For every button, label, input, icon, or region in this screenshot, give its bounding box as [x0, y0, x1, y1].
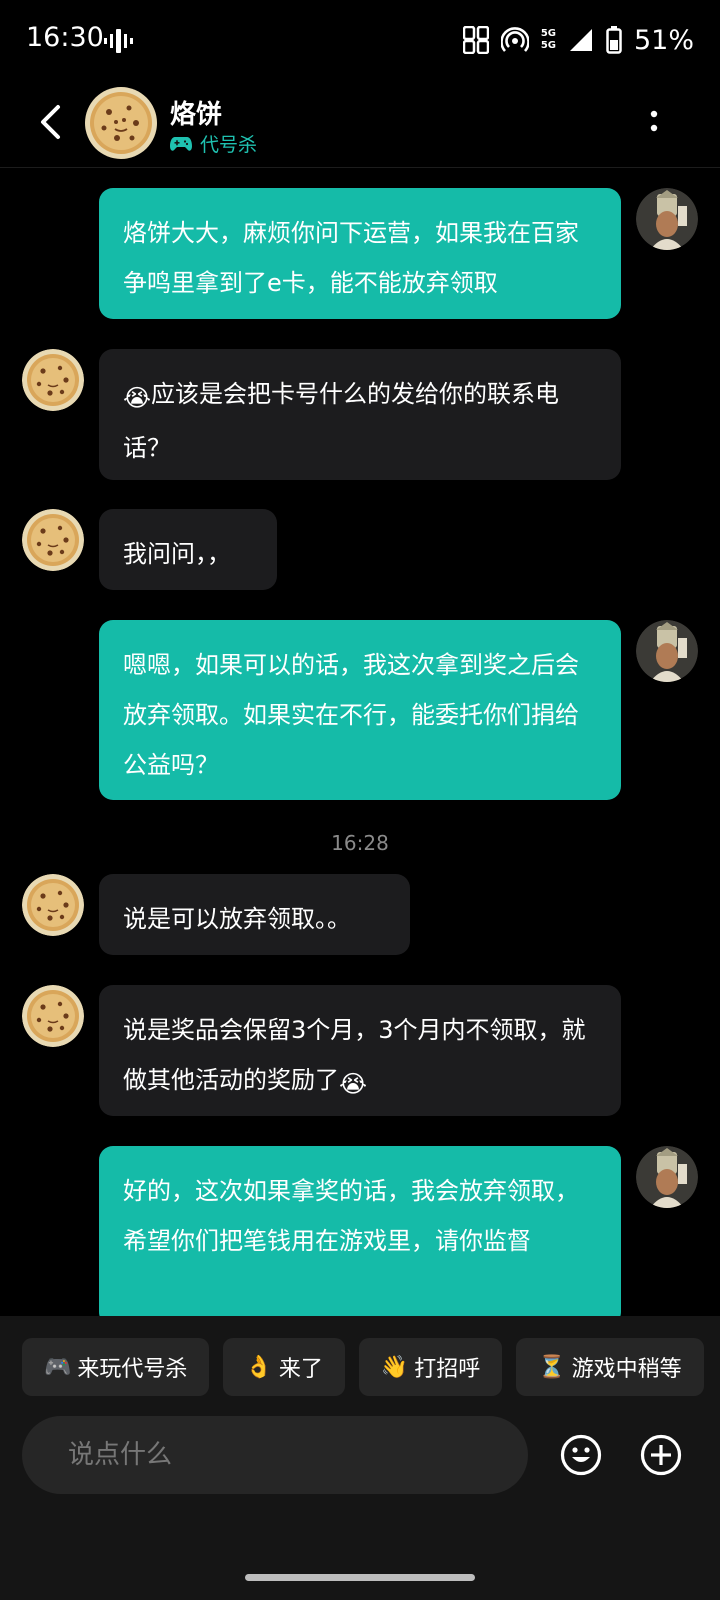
- signal-icon: [569, 29, 592, 51]
- crying-emoji-icon: 😭: [123, 384, 152, 412]
- vibrate-icon: [104, 29, 133, 53]
- message-bubble-incoming[interactable]: 😭应该是会把卡号什么的发给你的联系电话？: [99, 349, 621, 480]
- network-type: 5G 5G: [541, 28, 556, 52]
- message-bubble-incoming[interactable]: 我问问，，: [99, 509, 277, 590]
- hourglass-icon: ⏳: [538, 1354, 566, 1380]
- crying-emoji-icon: 😭: [339, 1070, 368, 1098]
- chat-timestamp: 16:28: [331, 831, 389, 855]
- chevron-left-icon: [41, 105, 60, 139]
- quick-reply-label: 来了: [278, 1357, 323, 1382]
- contact-avatar[interactable]: [22, 985, 84, 1047]
- quick-reply-play-game[interactable]: 🎮 来玩代号杀: [22, 1338, 210, 1396]
- ok-hand-icon: 👌: [245, 1354, 273, 1380]
- gamepad-icon: 🎮: [44, 1354, 72, 1380]
- emoji-button[interactable]: [560, 1434, 602, 1476]
- quick-reply-label: 游戏中稍等: [571, 1357, 682, 1382]
- contact-avatar[interactable]: [22, 509, 84, 571]
- quick-reply-wait[interactable]: ⏳ 游戏中稍等: [516, 1338, 704, 1396]
- message-bubble-incoming[interactable]: 说是可以放弃领取。。: [99, 874, 410, 955]
- contact-name: 烙饼: [170, 100, 223, 130]
- contact-avatar[interactable]: [22, 349, 84, 411]
- contact-avatar[interactable]: [84, 86, 158, 160]
- message-bubble-incoming[interactable]: 说是奖品会保留3个月，3个月内不领取，就做其他活动的奖励了😭: [99, 985, 621, 1116]
- composer-panel: 🎮 来玩代号杀 👌 来了 👋 打招呼 ⏳ 游戏中稍等: [0, 1316, 720, 1600]
- back-button[interactable]: [30, 100, 70, 144]
- add-attachment-button[interactable]: [640, 1434, 682, 1476]
- quick-reply-label: 来玩代号杀: [77, 1357, 188, 1382]
- message-text: 嗯嗯，如果可以的话，我这次拿到奖之后会放弃领取。如果实在不行，能委托你们捐给公益…: [123, 651, 579, 779]
- network-label-2: 5G: [540, 40, 556, 51]
- quick-reply-coming[interactable]: 👌 来了: [223, 1338, 345, 1396]
- my-avatar[interactable]: [636, 1146, 698, 1208]
- contact-avatar[interactable]: [22, 874, 84, 936]
- message-text: 烙饼大大，麻烦你问下运营，如果我在百家争鸣里拿到了e卡，能不能放弃领取: [123, 219, 579, 297]
- message-text: 我问问，，: [123, 540, 231, 568]
- chat-history[interactable]: 烙饼大大，麻烦你问下运营，如果我在百家争鸣里拿到了e卡，能不能放弃领取 😭应该是…: [0, 168, 720, 1316]
- status-time: 16:30: [26, 22, 104, 53]
- message-text: 好的，这次如果拿奖的话，我会放弃领取，希望你们把笔钱用在游戏里，请你监督: [123, 1177, 579, 1255]
- network-label-1: 5G: [540, 28, 556, 39]
- quick-replies: 🎮 来玩代号杀 👌 来了 👋 打招呼 ⏳ 游戏中稍等: [22, 1338, 704, 1396]
- game-tag[interactable]: 代号杀: [170, 130, 257, 157]
- status-bar: 16:30 5G 5G 51%: [0, 0, 720, 80]
- home-indicator[interactable]: [245, 1574, 475, 1581]
- hotspot-icon: [500, 27, 529, 52]
- status-icons: 5G 5G 51%: [462, 22, 694, 58]
- battery-percent: 51%: [633, 24, 694, 56]
- more-options-button[interactable]: [636, 102, 672, 142]
- battery-icon: [606, 26, 622, 54]
- message-bubble-outgoing[interactable]: 好的，这次如果拿奖的话，我会放弃领取，希望你们把笔钱用在游戏里，请你监督: [99, 1146, 621, 1316]
- quick-reply-greet[interactable]: 👋 打招呼: [358, 1338, 503, 1396]
- message-bubble-outgoing[interactable]: 烙饼大大，麻烦你问下运营，如果我在百家争鸣里拿到了e卡，能不能放弃领取: [99, 188, 621, 319]
- more-vertical-icon: [650, 110, 658, 132]
- my-avatar[interactable]: [636, 620, 698, 682]
- chat-header: 烙饼 代号杀: [0, 80, 720, 168]
- message-text: 说是可以放弃领取。。: [123, 905, 351, 933]
- game-tag-label: 代号杀: [200, 134, 258, 156]
- gamepad-icon: [170, 136, 192, 151]
- waving-hand-icon: 👋: [380, 1354, 409, 1380]
- nfc-icon: [462, 26, 489, 54]
- my-avatar[interactable]: [636, 188, 698, 250]
- message-text: 应该是会把卡号什么的发给你的联系电话？: [123, 380, 560, 462]
- message-input[interactable]: [22, 1416, 528, 1494]
- quick-reply-label: 打招呼: [414, 1357, 481, 1382]
- message-bubble-outgoing[interactable]: 嗯嗯，如果可以的话，我这次拿到奖之后会放弃领取。如果实在不行，能委托你们捐给公益…: [99, 620, 621, 800]
